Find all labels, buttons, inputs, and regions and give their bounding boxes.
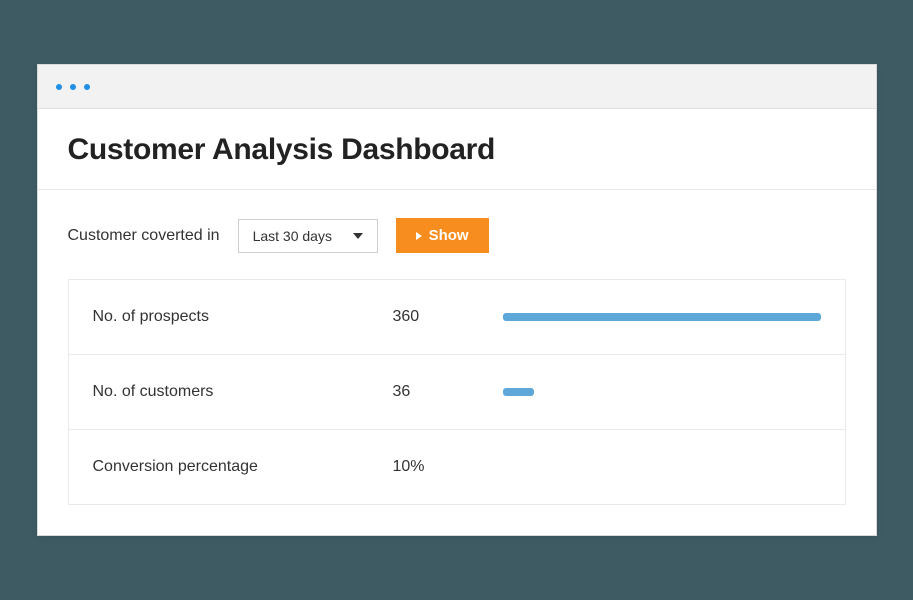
header: Customer Analysis Dashboard [38, 109, 876, 190]
window-dot-icon [84, 84, 90, 90]
date-range-value: Last 30 days [253, 228, 332, 244]
metric-value: 36 [393, 383, 503, 401]
titlebar [38, 65, 876, 109]
metric-label: Conversion percentage [93, 458, 393, 476]
metric-value: 360 [393, 308, 503, 326]
bar-cell [503, 313, 821, 321]
chevron-down-icon [353, 233, 363, 239]
window-controls [56, 84, 90, 90]
app-window: Customer Analysis Dashboard Customer cov… [37, 64, 877, 536]
metric-label: No. of prospects [93, 308, 393, 326]
window-dot-icon [56, 84, 62, 90]
table-row: Conversion percentage 10% [69, 430, 845, 504]
bar [503, 388, 535, 396]
date-range-select[interactable]: Last 30 days [238, 219, 378, 253]
metrics-table: No. of prospects 360 No. of customers 36… [68, 279, 846, 505]
filter-row: Customer coverted in Last 30 days Show [38, 190, 876, 279]
show-button[interactable]: Show [396, 218, 489, 253]
show-button-label: Show [429, 227, 469, 244]
play-icon [416, 232, 422, 240]
bar [503, 313, 821, 321]
table-row: No. of customers 36 [69, 355, 845, 430]
filter-label: Customer coverted in [68, 227, 220, 245]
bar-cell [503, 388, 821, 396]
table-row: No. of prospects 360 [69, 280, 845, 355]
metric-label: No. of customers [93, 383, 393, 401]
page-title: Customer Analysis Dashboard [68, 133, 846, 167]
window-dot-icon [70, 84, 76, 90]
metric-value: 10% [393, 458, 503, 476]
